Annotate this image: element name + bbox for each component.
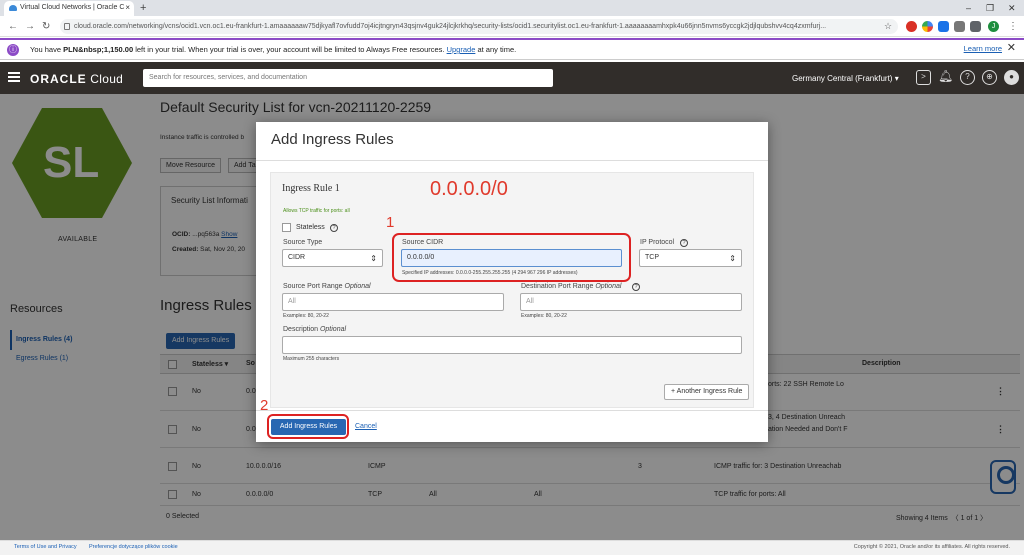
- oracle-cloud-logo[interactable]: ORACLE Cloud: [30, 72, 123, 86]
- destination-port-label: Destination Port Range Optional: [521, 283, 621, 290]
- chevron-updown-icon: ⇕: [729, 254, 736, 263]
- question-icon[interactable]: ?: [330, 224, 338, 232]
- annotation-step-1: 1: [386, 214, 395, 231]
- source-port-examples: Examples: 80, 20-22: [283, 313, 329, 319]
- source-port-label: Source Port Range Optional: [283, 283, 371, 290]
- trial-banner: ⓘ You have PLN&nbsp;1,150.00 left in you…: [0, 38, 1024, 60]
- oracle-cloud-favicon-icon: [9, 5, 17, 11]
- back-arrow-icon[interactable]: ←: [8, 17, 18, 36]
- source-type-select[interactable]: CIDR ⇕: [282, 249, 383, 267]
- destination-port-examples: Examples: 80, 20-22: [521, 313, 567, 319]
- browser-tab[interactable]: Virtual Cloud Networks | Oracle C ×: [4, 1, 134, 16]
- description-input[interactable]: [282, 336, 742, 354]
- profile-avatar[interactable]: J: [988, 21, 999, 32]
- optional-tag: Optional: [344, 283, 371, 290]
- new-tab-button[interactable]: +: [140, 1, 146, 15]
- question-icon[interactable]: ?: [680, 239, 688, 247]
- help-icon[interactable]: ?: [960, 70, 975, 85]
- extension-red-icon[interactable]: [906, 21, 917, 32]
- chevron-updown-icon: ⇕: [370, 254, 377, 263]
- banner-text-end: at any time.: [475, 45, 517, 54]
- optional-tag: Optional: [595, 283, 622, 290]
- banner-amount: PLN&nbsp;1,150.00: [63, 45, 134, 54]
- highlight-box-cidr: [392, 233, 631, 282]
- lock-icon: [64, 23, 70, 30]
- browser-menu-icon[interactable]: ⋮: [1008, 17, 1018, 36]
- description-label: Description Optional: [283, 326, 346, 333]
- destination-port-input[interactable]: All: [520, 293, 742, 311]
- hamburger-menu-icon[interactable]: [8, 72, 20, 82]
- source-type-label: Source Type: [283, 239, 323, 246]
- banner-close-icon[interactable]: ✕: [1007, 41, 1016, 54]
- tab-close-icon[interactable]: ×: [125, 1, 130, 15]
- question-icon[interactable]: ?: [632, 283, 640, 291]
- optional-tag: Optional: [319, 326, 347, 333]
- dialog-divider: [256, 160, 768, 161]
- extension-color-icon[interactable]: [922, 21, 933, 32]
- notifications-bell-icon[interactable]: 🔔︎: [938, 70, 953, 85]
- ip-protocol-value: TCP: [645, 254, 659, 261]
- description-hint: Maximum 255 characters: [283, 356, 340, 362]
- source-port-label-text: Source Port Range: [283, 283, 343, 290]
- learn-more-link[interactable]: Learn more: [964, 44, 1002, 53]
- annotation-step-2: 2: [260, 397, 269, 414]
- dialog-title: Add Ingress Rules: [271, 131, 394, 148]
- rule-summary: Allows TCP traffic for ports: all: [283, 208, 350, 214]
- source-port-input[interactable]: All: [282, 293, 504, 311]
- logo-brand: ORACLE: [30, 72, 87, 86]
- dialog-footer-divider: [256, 410, 768, 411]
- forward-arrow-icon[interactable]: →: [25, 17, 35, 36]
- terms-link[interactable]: Terms of Use and Privacy: [14, 544, 77, 550]
- maximize-button[interactable]: ❐: [986, 1, 994, 15]
- stateless-label: Stateless: [296, 224, 325, 231]
- logo-product: Cloud: [86, 72, 124, 86]
- ip-protocol-select[interactable]: TCP ⇕: [639, 249, 742, 267]
- reload-icon[interactable]: ↻: [42, 17, 50, 36]
- puzzle-extensions-icon[interactable]: [970, 21, 981, 32]
- user-profile-icon[interactable]: ●: [1004, 70, 1019, 85]
- copyright-text: Copyright © 2021, Oracle and/or its affi…: [853, 544, 1010, 550]
- info-icon: ⓘ: [7, 44, 19, 56]
- stateless-checkbox[interactable]: [282, 223, 291, 232]
- destination-port-label-text: Destination Port Range: [521, 283, 594, 290]
- annotation-cidr-callout: 0.0.0.0/0: [430, 178, 508, 200]
- extension-blue-icon[interactable]: [938, 21, 949, 32]
- banner-text-after: left in your trial. When your trial is o…: [133, 45, 447, 54]
- window-close-button[interactable]: ✕: [1008, 1, 1016, 15]
- rule-name: Ingress Rule 1: [282, 183, 340, 194]
- url-text: cloud.oracle.com/networking/vcns/ocid1.v…: [74, 23, 827, 30]
- tab-title: Virtual Cloud Networks | Oracle C: [20, 4, 125, 11]
- cloud-shell-icon[interactable]: >: [916, 70, 931, 85]
- description-label-text: Description: [283, 326, 319, 333]
- ip-protocol-label: IP Protocol: [640, 239, 675, 246]
- url-field[interactable]: cloud.oracle.com/networking/vcns/ocid1.v…: [60, 19, 898, 34]
- cookie-preferences-link[interactable]: Preferencje dotyczące plików cookie: [89, 544, 178, 550]
- bookmark-star-icon[interactable]: ☆: [884, 17, 892, 36]
- banner-text-before: You have: [30, 45, 64, 54]
- browser-tab-bar: [0, 0, 1024, 16]
- source-type-value: CIDR: [288, 254, 306, 261]
- highlight-box-submit: [267, 414, 349, 439]
- cancel-link[interactable]: Cancel: [355, 423, 377, 430]
- extension-grey-icon[interactable]: [954, 21, 965, 32]
- minimize-button[interactable]: –: [966, 1, 971, 15]
- another-ingress-rule-button[interactable]: + Another Ingress Rule: [664, 384, 750, 400]
- language-globe-icon[interactable]: ⊕: [982, 70, 997, 85]
- upgrade-link[interactable]: Upgrade: [447, 45, 476, 54]
- region-selector[interactable]: Germany Central (Frankfurt) ▾: [792, 74, 899, 83]
- global-search-input[interactable]: Search for resources, services, and docu…: [143, 69, 553, 87]
